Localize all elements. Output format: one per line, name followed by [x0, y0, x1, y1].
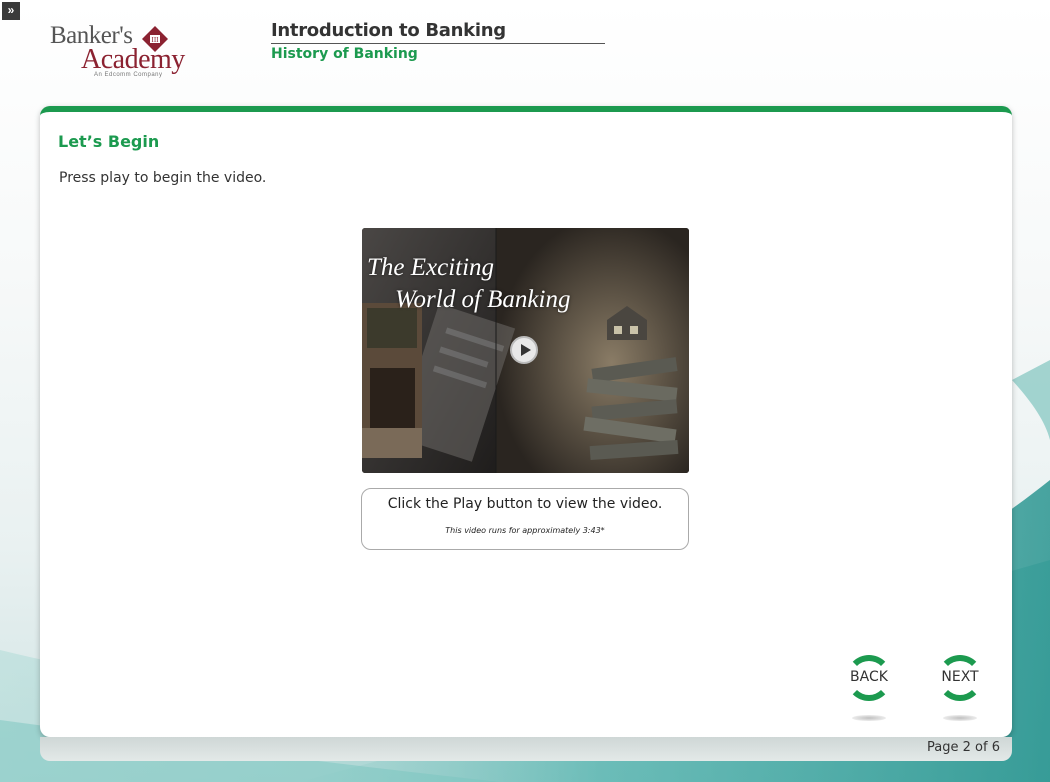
emblem-text: III: [152, 36, 160, 44]
next-button[interactable]: NEXT: [937, 655, 985, 725]
course-title: Introduction to Banking: [271, 20, 605, 44]
section-heading: Let’s Begin: [58, 132, 160, 151]
content-card: Let’s Begin Press play to begin the vide…: [40, 106, 1012, 737]
video-caption-box: Click the Play button to view the video.…: [361, 488, 689, 550]
video-title-line1: The Exciting: [367, 254, 495, 281]
page-footer: Page 2 of 6: [40, 737, 1012, 761]
module-title: History of Banking: [271, 46, 418, 62]
page-indicator: Page 2 of 6: [927, 740, 1000, 755]
video-thumbnail[interactable]: The Exciting World of Banking: [362, 228, 689, 473]
back-button-shadow: [852, 715, 886, 721]
video-title-line2: World of Banking: [395, 286, 571, 313]
bankers-academy-logo: Banker's III Academy An Edcomm Company: [50, 22, 210, 80]
double-chevron-right-icon: »: [7, 3, 15, 17]
instruction-text: Press play to begin the video.: [59, 170, 267, 186]
back-button-label: BACK: [850, 669, 888, 685]
play-icon: [521, 344, 531, 356]
video-duration-note: This video runs for approximately 3:43*: [445, 526, 605, 535]
next-button-shadow: [943, 715, 977, 721]
back-button[interactable]: BACK: [846, 655, 894, 725]
logo-tagline: An Edcomm Company: [94, 72, 163, 78]
course-header: Introduction to Banking History of Banki…: [271, 20, 605, 62]
next-button-label: NEXT: [941, 669, 979, 685]
expand-menu-button[interactable]: »: [2, 2, 20, 20]
play-button[interactable]: [510, 336, 538, 364]
video-caption-text: Click the Play button to view the video.: [387, 496, 663, 512]
